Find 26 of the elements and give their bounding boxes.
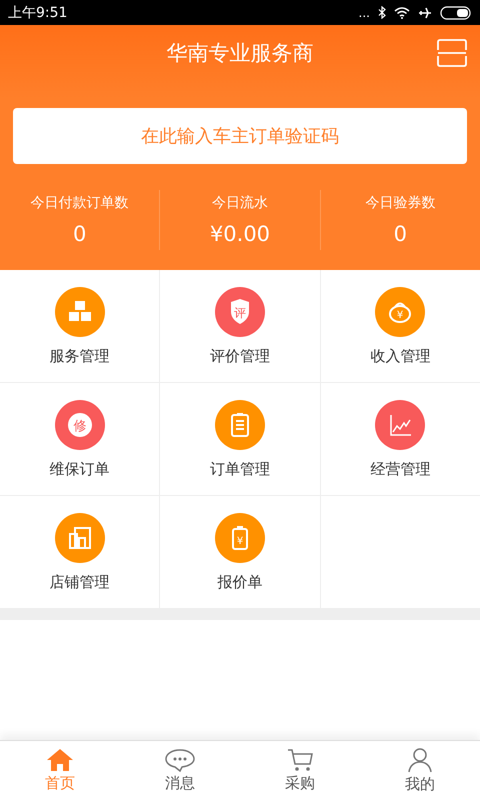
home-icon xyxy=(46,748,74,772)
wifi-icon xyxy=(394,6,410,18)
nav-tab[interactable]: 我的 xyxy=(360,741,480,800)
menu-icon: ¥ xyxy=(214,512,265,562)
nav-tab[interactable]: 消息 xyxy=(120,741,240,800)
page-title: 华南专业服务商 xyxy=(166,40,314,67)
badge-icon: 评 xyxy=(214,286,265,336)
cart-icon xyxy=(286,748,314,772)
battery-icon xyxy=(440,6,472,20)
badge-icon: 修 xyxy=(54,400,105,450)
verification-code-field[interactable]: 在此输入车主订单验证码 xyxy=(13,108,467,164)
stat-label: 今日验券数 xyxy=(365,194,436,212)
status-time: 上午9:51 xyxy=(8,4,68,22)
stat-value: 0 xyxy=(394,222,407,246)
airplane-icon xyxy=(418,6,432,20)
stat-label: 今日流水 xyxy=(212,194,268,212)
bluetooth-icon xyxy=(378,6,386,19)
status-dots: ... xyxy=(358,6,370,20)
chat-icon xyxy=(164,748,196,772)
scan-button[interactable] xyxy=(436,39,468,67)
stat-label: 今日付款订单数 xyxy=(30,194,129,212)
stat-value: ¥0.00 xyxy=(210,222,270,246)
user-icon xyxy=(407,747,433,773)
nav-tab[interactable]: 采购 xyxy=(240,741,360,800)
menu-icon: ¥ xyxy=(375,286,426,336)
stat-value: 0 xyxy=(72,222,86,246)
